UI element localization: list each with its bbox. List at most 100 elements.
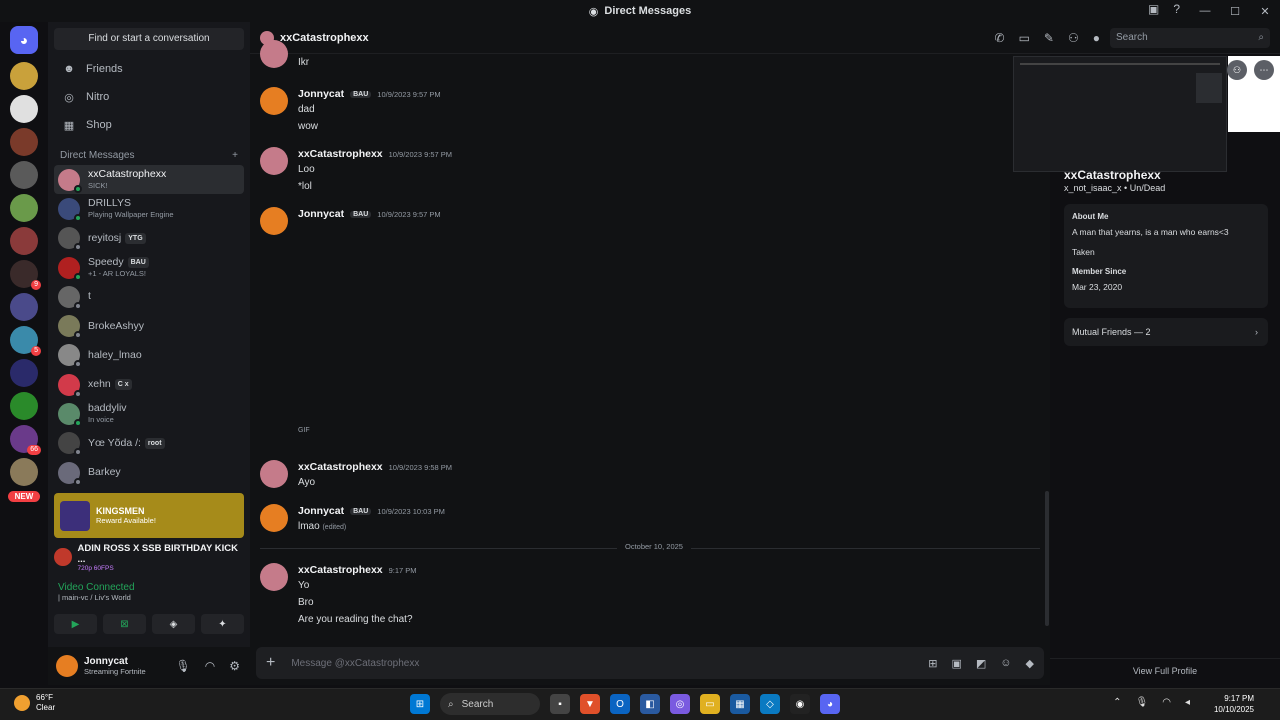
nav-nitro[interactable]: ◎ Nitro — [54, 84, 244, 110]
gift-icon[interactable]: ⊞ — [928, 657, 937, 670]
server-icon[interactable]: 9 — [10, 260, 41, 290]
settings-icon[interactable]: ⚙ — [229, 659, 240, 673]
message-author[interactable]: xxCatastrophexx — [298, 461, 383, 473]
message-avatar[interactable] — [260, 460, 288, 488]
copilot-icon[interactable]: ◎ — [670, 694, 690, 714]
close-button[interactable]: ✕ — [1250, 5, 1280, 18]
message-author[interactable]: xxCatastrophexx — [298, 148, 383, 160]
app-icon[interactable]: ◧ — [640, 694, 660, 714]
server-icon[interactable] — [10, 392, 38, 420]
server-icon[interactable] — [10, 194, 38, 222]
message-avatar[interactable] — [260, 87, 288, 115]
stream-preview[interactable] — [1013, 56, 1227, 172]
user-avatar[interactable] — [56, 655, 78, 677]
video-call-icon[interactable]: ▭ — [1019, 31, 1030, 45]
weather-widget[interactable]: 66°F Clear — [14, 693, 55, 713]
store-icon[interactable]: ▦ — [730, 694, 750, 714]
message-author[interactable]: xxCatastrophexx — [298, 564, 383, 576]
apps-icon[interactable]: ◆ — [1026, 657, 1034, 670]
minimize-button[interactable]: — — [1190, 5, 1220, 17]
nav-shop[interactable]: ▦ Shop — [54, 112, 244, 138]
attach-icon[interactable]: + — [266, 654, 275, 672]
message-avatar[interactable] — [260, 504, 288, 532]
server-icon[interactable] — [10, 95, 38, 123]
server-icon[interactable]: 5 — [10, 326, 41, 356]
start-icon[interactable]: ⊞ — [410, 694, 430, 714]
more-options-button[interactable]: ⋯ — [1254, 60, 1274, 80]
sticker-icon[interactable]: ◩ — [976, 657, 986, 670]
dm-item[interactable]: Yœ Yõda /: root — [54, 429, 244, 458]
taskview-icon[interactable]: ▪ — [550, 694, 570, 714]
obs-icon[interactable]: ◉ — [790, 694, 810, 714]
emoji-icon[interactable]: ☺ — [1000, 657, 1011, 670]
file-explorer-icon[interactable]: ▭ — [700, 694, 720, 714]
message-author[interactable]: Jonnycat — [298, 208, 344, 220]
brave-icon[interactable]: ▼ — [580, 694, 600, 714]
server-icon[interactable] — [10, 161, 38, 189]
add-friend-icon[interactable]: ⚇ — [1068, 31, 1079, 45]
pin-icon[interactable]: ✎ — [1044, 31, 1054, 45]
volume-icon[interactable]: ◂ — [1185, 697, 1190, 708]
discord-taskbar-icon[interactable]: ◕ — [820, 694, 840, 714]
message-avatar[interactable] — [260, 147, 288, 175]
mutual-friends-button[interactable]: Mutual Friends — 2 › — [1064, 318, 1268, 346]
dm-item[interactable]: xxCatastrophexx SICK! — [54, 165, 244, 195]
profile-toggle-icon[interactable]: ● — [1093, 31, 1100, 45]
camera-button[interactable]: ▶ — [54, 614, 97, 634]
dm-item[interactable]: Speedy BAU +1 - AR LOYALS! — [54, 253, 244, 282]
voice-title[interactable]: Video Connected — [58, 582, 244, 593]
taskbar-search[interactable]: ⌕ Search — [440, 693, 540, 715]
search-input[interactable]: Search ⌕ — [1110, 27, 1270, 48]
message-text: Ayo — [298, 477, 316, 488]
stream-card[interactable]: ADIN ROSS X SSB BIRTHDAY KICK ... 720p 6… — [54, 542, 244, 572]
mic-tray-icon[interactable]: 🎙 — [1136, 697, 1149, 708]
dm-item[interactable]: baddyliv In voice — [54, 399, 244, 428]
server-icon[interactable] — [10, 227, 38, 255]
chat-scrollbar[interactable] — [1045, 491, 1049, 626]
server-icon[interactable]: 66 — [10, 425, 41, 455]
dm-item[interactable]: DRILLYS Playing Wallpaper Engine — [54, 194, 244, 223]
outlook-icon[interactable]: O — [610, 694, 630, 714]
server-icon[interactable] — [10, 62, 38, 90]
home-button[interactable]: ◕ — [10, 26, 38, 54]
add-friend-profile-button[interactable]: ⚇ — [1227, 60, 1247, 80]
voice-channel[interactable]: | main-vc / Liv's World — [58, 593, 244, 602]
wifi-icon[interactable]: ◠ — [1162, 697, 1171, 708]
app-icon[interactable]: ◇ — [760, 694, 780, 714]
activity-button[interactable]: ◈ — [152, 614, 195, 634]
quest-banner[interactable]: KINGSMEN Reward Available! — [54, 493, 244, 538]
message-avatar[interactable] — [260, 207, 288, 235]
dm-item[interactable]: reyitosj YTG — [54, 224, 244, 253]
server-icon[interactable] — [10, 293, 38, 321]
message-author[interactable]: Jonnycat — [298, 88, 344, 100]
clock[interactable]: 9:17 PM 10/10/2025 — [1214, 693, 1254, 715]
server-icon[interactable] — [10, 458, 38, 486]
view-full-profile-button[interactable]: View Full Profile — [1050, 666, 1280, 676]
dm-item[interactable]: Barkey — [54, 458, 244, 487]
find-conversation-button[interactable]: Find or start a conversation — [54, 28, 244, 50]
create-dm-icon[interactable]: + — [232, 150, 238, 161]
quest-subtitle: Reward Available! — [96, 516, 156, 525]
help-icon[interactable]: ? — [1173, 2, 1180, 16]
server-icon[interactable] — [10, 128, 38, 156]
message-composer[interactable]: + Message @xxCatastrophexx ⊞ ▣ ◩ ☺ ◆ — [256, 647, 1044, 679]
nav-friends[interactable]: ☻ Friends — [54, 56, 244, 82]
dm-name: xehn — [88, 378, 111, 391]
discord-icon: ◉ — [588, 5, 599, 18]
call-icon[interactable]: ✆ — [995, 31, 1005, 45]
dm-item[interactable]: xehn C x — [54, 370, 244, 399]
dm-item[interactable]: haley_lmao — [54, 341, 244, 370]
tray-chevron-icon[interactable]: ⌃ — [1113, 697, 1121, 708]
message-author[interactable]: Jonnycat — [298, 505, 344, 517]
server-icon[interactable] — [10, 359, 38, 387]
soundboard-button[interactable]: ✦ — [201, 614, 244, 634]
maximize-button[interactable]: ☐ — [1220, 5, 1250, 18]
message-avatar[interactable] — [260, 563, 288, 591]
headphones-icon[interactable]: ◠ — [205, 659, 215, 673]
dm-item[interactable]: BrokeAshyy — [54, 311, 244, 340]
gif-icon[interactable]: ▣ — [951, 657, 961, 670]
mic-icon[interactable]: 🎙 — [176, 659, 191, 673]
dm-item[interactable]: t — [54, 282, 244, 311]
inbox-icon[interactable]: ▣ — [1148, 2, 1159, 16]
screenshare-button[interactable]: ⊠ — [103, 614, 146, 634]
